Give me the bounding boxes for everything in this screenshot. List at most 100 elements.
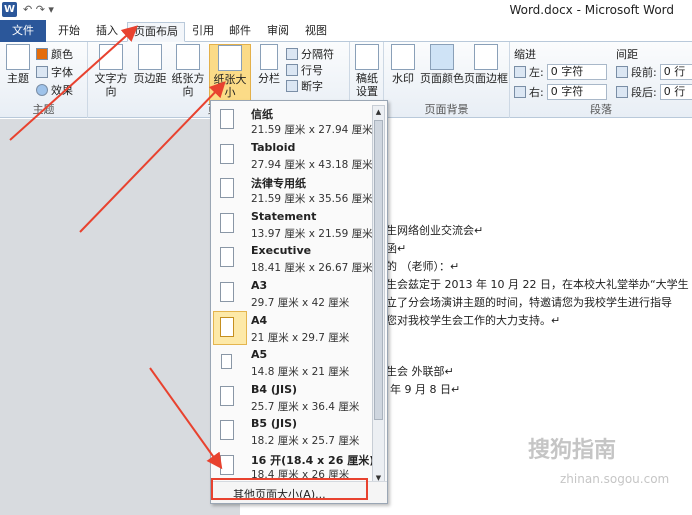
paper-size-item[interactable]: Tabloid 27.94 厘米 x 43.18 厘米 — [211, 138, 373, 173]
themes-group-label: 主题 — [32, 103, 55, 116]
paper-size-item[interactable]: Executive 18.41 厘米 x 26.67 厘米 — [211, 241, 373, 276]
breaks-icon — [286, 48, 298, 60]
hyphenation-label: 断字 — [301, 80, 323, 93]
columns-button[interactable]: 分栏 — [256, 44, 282, 85]
size-button[interactable]: 纸张大小 — [209, 44, 251, 104]
page-icon — [220, 282, 234, 302]
indent-right-input[interactable]: 0 字符 — [546, 84, 607, 100]
doc-line: 的 （老师）：↵ — [386, 260, 460, 273]
paper-size-name: A5 — [251, 348, 268, 361]
page-color-icon — [430, 44, 454, 70]
page-borders-label: 页面边框 — [464, 72, 508, 85]
tab-review[interactable]: 审阅 — [262, 22, 294, 42]
fonts-label: 字体 — [51, 66, 73, 79]
page-icon — [220, 420, 234, 440]
paper-size-dimensions: 25.7 厘米 x 36.4 厘米 — [251, 401, 360, 413]
scroll-up-icon[interactable]: ▲ — [373, 106, 384, 118]
fonts-icon — [36, 66, 48, 78]
doc-line: 生会 外联部↵ — [386, 365, 454, 378]
workspace-background — [0, 119, 240, 515]
paper-size-name: 信纸 — [251, 108, 273, 121]
title-bar: W ↶ ↷ ▾ Word.docx - Microsoft Word — [0, 0, 692, 20]
doc-line: 函↵ — [386, 242, 407, 255]
paper-size-item-selected[interactable]: A4 21 厘米 x 29.7 厘米 — [211, 311, 373, 346]
hyphenation-button[interactable]: 断字 — [286, 78, 323, 94]
text-direction-button[interactable]: 文字方向 — [90, 44, 132, 98]
paper-size-item[interactable]: B4 (JIS) 25.7 厘米 x 36.4 厘米 — [211, 380, 373, 415]
tab-references[interactable]: 引用 — [188, 22, 218, 42]
indent-right-label: 右: — [529, 86, 544, 99]
doc-line: 生网络创业交流会↵ — [386, 224, 484, 237]
ribbon-tabs: 文件 开始 插入 页面布局 引用 邮件 审阅 视图 — [0, 20, 692, 42]
indent-left-input[interactable]: 0 字符 — [546, 64, 607, 80]
paper-size-item[interactable]: 信纸 21.59 厘米 x 27.94 厘米 — [211, 103, 373, 138]
spacing-after-input[interactable]: 0 行 — [659, 84, 692, 100]
scroll-thumb[interactable] — [374, 120, 383, 420]
paper-size-dimensions: 21.59 厘米 x 27.94 厘米 — [251, 124, 373, 136]
theme-colors-button[interactable]: 颜色 — [36, 46, 73, 62]
colors-icon — [36, 48, 48, 60]
paper-size-name: 16 开(18.4 x 26 厘米) — [251, 454, 375, 467]
tab-home[interactable]: 开始 — [52, 22, 86, 42]
doc-line: 立了分会场演讲主题的时间，特邀请您为我校学生进行指导 — [386, 296, 672, 309]
margins-button[interactable]: 页边距 — [132, 44, 168, 85]
tab-mailings[interactable]: 邮件 — [224, 22, 256, 42]
page-icon — [220, 455, 234, 475]
page-color-button[interactable]: 页面颜色 — [420, 44, 464, 85]
paper-size-name: Executive — [251, 244, 312, 257]
effects-label: 效果 — [51, 84, 73, 97]
theme-effects-button[interactable]: 效果 — [36, 82, 73, 98]
size-label: 纸张大小 — [213, 73, 247, 99]
tab-file[interactable]: 文件 — [0, 20, 46, 42]
window-title: Word.docx - Microsoft Word — [509, 3, 674, 17]
columns-label: 分栏 — [258, 72, 280, 85]
paragraph-group: 缩进 间距 左: 0 字符 右: 0 字符 段前: 0 行 段后: 0 行 段落 — [510, 42, 692, 118]
colors-label: 颜色 — [51, 48, 73, 61]
indent-right-row: 右: 0 字符 — [514, 84, 607, 100]
themes-button[interactable]: 主题 — [2, 44, 34, 85]
page-borders-button[interactable]: 页面边框 — [464, 44, 508, 85]
columns-icon — [260, 44, 278, 70]
paper-size-item[interactable]: Statement 13.97 厘米 x 21.59 厘米 — [211, 207, 373, 242]
undo-redo-icons[interactable]: ↶ ↷ ▾ — [23, 3, 54, 16]
paper-size-item[interactable]: B5 (JIS) 18.2 厘米 x 25.7 厘米 — [211, 414, 373, 449]
page-icon — [221, 354, 232, 369]
page-icon — [220, 386, 234, 406]
orientation-button[interactable]: 纸张方向 — [168, 44, 208, 98]
line-numbers-button[interactable]: 行号 — [286, 62, 323, 78]
tab-view[interactable]: 视图 — [300, 22, 332, 42]
paper-size-item[interactable]: 法律专用纸 21.59 厘米 x 35.56 厘米 — [211, 172, 373, 207]
orientation-icon — [176, 44, 200, 70]
doc-line: 您对我校学生会工作的大力支持。↵ — [386, 314, 561, 327]
paper-size-name: B5 (JIS) — [251, 417, 298, 430]
text-direction-label: 文字方向 — [94, 72, 128, 98]
paper-size-name: B4 (JIS) — [251, 383, 298, 396]
breaks-label: 分隔符 — [301, 48, 334, 61]
indent-left-icon — [514, 66, 526, 78]
manuscript-settings-button[interactable]: 稿纸 设置 — [352, 44, 382, 98]
paper-size-item[interactable]: A3 29.7 厘米 x 42 厘米 — [211, 276, 373, 311]
tab-insert[interactable]: 插入 — [90, 22, 124, 42]
paragraph-group-label: 段落 — [590, 103, 612, 116]
theme-fonts-button[interactable]: 字体 — [36, 64, 73, 80]
paper-size-name: Tabloid — [251, 141, 296, 154]
breaks-button[interactable]: 分隔符 — [286, 46, 334, 62]
page-icon — [220, 247, 234, 267]
margins-label: 页边距 — [133, 72, 167, 85]
page-size-icon — [218, 45, 242, 71]
word-app-icon[interactable]: W — [2, 2, 17, 17]
tab-page-layout[interactable]: 页面布局 — [127, 22, 185, 42]
watermark-text: 搜狗指南 — [528, 438, 617, 463]
spacing-title: 间距 — [616, 48, 638, 61]
watermark-button[interactable]: 水印 — [388, 44, 418, 85]
paper-size-item[interactable]: A5 14.8 厘米 x 21 厘米 — [211, 345, 373, 380]
spacing-after-row: 段后: 0 行 — [616, 84, 692, 100]
paper-size-name: A3 — [251, 279, 268, 292]
dropdown-scrollbar[interactable]: ▲ ▼ — [372, 105, 385, 485]
paper-size-name: Statement — [251, 210, 317, 223]
page-icon — [220, 178, 234, 198]
spacing-before-input[interactable]: 0 行 — [659, 64, 692, 80]
themes-label: 主题 — [7, 72, 29, 85]
spacing-after-label: 段后: — [631, 86, 657, 99]
indent-title: 缩进 — [514, 48, 536, 61]
